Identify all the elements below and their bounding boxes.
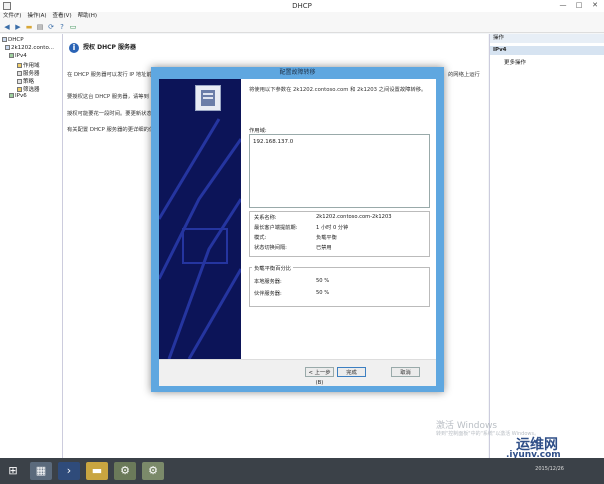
server-manager-icon[interactable]: ▦: [30, 462, 52, 480]
back-arrow-icon[interactable]: ◀: [3, 23, 11, 31]
help-icon[interactable]: ?: [58, 23, 66, 31]
detail-label-mclt: 最长客户端提前期:: [254, 225, 298, 231]
window-title: DHCP: [292, 2, 312, 10]
actions-section-ipv4[interactable]: IPv4: [490, 46, 604, 55]
tree-ipv6[interactable]: IPv6: [9, 93, 27, 99]
file-explorer-icon[interactable]: ▬: [86, 462, 108, 480]
monitor-icon[interactable]: ▭: [69, 23, 77, 31]
actions-pane: 操作 IPv4 更多操作: [489, 34, 604, 458]
local-server-label: 本地服务器:: [254, 279, 282, 285]
detail-value-mclt: 1 小时 0 分钟: [316, 225, 349, 231]
info-line-right: 的网络上运行: [448, 72, 480, 78]
scope-item[interactable]: 192.168.137.0: [253, 139, 426, 145]
taskbar: ⊞ ▦ › ▬ ⚙ ⚙ 2015/12/26: [0, 458, 604, 484]
dialog-footer: < 上一步(B) 完成 取消: [159, 359, 436, 386]
menu-file[interactable]: 文件(F): [3, 12, 21, 21]
filter-icon: [17, 87, 22, 92]
server-icon: [195, 85, 221, 111]
partner-server-label: 伙伴服务器:: [254, 291, 282, 297]
tree-item-filters[interactable]: 筛选器: [17, 85, 40, 93]
detail-label-mode: 模式:: [254, 235, 267, 241]
menu-bar: 文件(F) 操作(A) 查看(V) 帮助(H): [0, 12, 604, 21]
cancel-button[interactable]: 取消: [391, 367, 420, 377]
maximize-button[interactable]: □: [572, 1, 586, 10]
refresh-icon[interactable]: ⟳: [47, 23, 55, 31]
close-button[interactable]: ✕: [588, 1, 602, 10]
dhcp-icon: [2, 37, 7, 42]
detail-value-mode: 负载平衡: [316, 235, 337, 241]
info-line-2: 要授权这台 DHCP 服务器，请等到: [67, 94, 149, 100]
scope-list[interactable]: 192.168.137.0: [249, 134, 430, 208]
detail-value-switchover: 已禁用: [316, 245, 332, 251]
tree-ipv4[interactable]: IPv4: [9, 53, 27, 59]
powershell-icon[interactable]: ›: [58, 462, 80, 480]
info-line-3: 授权可能要花一段时间。要更新状态: [67, 111, 152, 117]
options-icon: [17, 71, 22, 76]
dialog-title: 配置故障转移: [279, 69, 316, 76]
network-icon: [9, 93, 14, 98]
properties-icon[interactable]: ▤: [36, 23, 44, 31]
dhcp-console-2-icon[interactable]: ⚙: [142, 462, 164, 480]
scope-label: 作用域:: [249, 128, 267, 134]
minimize-button[interactable]: —: [556, 1, 570, 10]
relationship-details: 关系名称: 2k1202.contoso.com-2k1203 最长客户端提前期…: [249, 211, 430, 257]
detail-label-relationship: 关系名称:: [254, 215, 277, 221]
menu-help[interactable]: 帮助(H): [78, 12, 97, 21]
dhcp-console-icon[interactable]: ⚙: [114, 462, 136, 480]
folder-icon[interactable]: ▬: [25, 23, 33, 31]
back-button[interactable]: < 上一步(B): [305, 367, 334, 386]
policy-icon: [17, 79, 22, 84]
load-balance-title: 负载平衡百分比: [252, 264, 294, 272]
folder-icon: [17, 63, 22, 68]
load-balance-group: 负载平衡百分比 本地服务器: 50 % 伙伴服务器: 50 %: [249, 264, 430, 307]
failover-dialog: 配置故障转移 将使用以下参数在 2k1202.contoso.com 和 2k1…: [151, 67, 444, 392]
detail-value-relationship: 2k1202.contoso.com-2k1203: [316, 214, 392, 220]
finish-button[interactable]: 完成: [337, 367, 366, 377]
info-line-1: 在 DHCP 服务器可以发行 IP 地址前，: [67, 72, 158, 78]
wizard-banner-art: [159, 118, 241, 359]
tree-item-policies[interactable]: 策略: [17, 77, 34, 85]
partner-server-value: 50 %: [316, 290, 330, 296]
dialog-description: 将使用以下参数在 2k1202.contoso.com 和 2k1203 之间设…: [249, 87, 427, 93]
server-icon: [5, 45, 10, 50]
console-tree: DHCP 2k1202.conto... IPv4 作用域 服务器 策略 筛选器…: [0, 34, 63, 458]
info-heading: i 授权 DHCP 服务器: [69, 42, 136, 53]
tree-root[interactable]: DHCP: [2, 37, 24, 43]
more-actions-link[interactable]: 更多操作: [504, 58, 526, 66]
info-icon: i: [69, 42, 79, 53]
tree-item-server-options[interactable]: 服务器: [17, 69, 40, 77]
start-icon[interactable]: ⊞: [2, 462, 24, 480]
network-icon: [9, 53, 14, 58]
local-server-value: 50 %: [316, 278, 330, 284]
tree-item-scope[interactable]: 作用域: [17, 61, 40, 69]
toolbar: ◀ ▶ ▬ ▤ ⟳ ? ▭: [0, 21, 604, 33]
clock: 2015/12/26: [535, 466, 564, 472]
menu-view[interactable]: 查看(V): [53, 12, 72, 21]
menu-action[interactable]: 操作(A): [27, 12, 46, 21]
detail-label-switchover: 状态切换间隔:: [254, 245, 287, 251]
wizard-banner: [159, 79, 241, 359]
tree-server[interactable]: 2k1202.conto...: [5, 45, 54, 51]
actions-header: 操作: [490, 34, 604, 43]
forward-arrow-icon[interactable]: ▶: [14, 23, 22, 31]
info-line-4: 有关配置 DHCP 服务器的更详细的信息: [67, 127, 160, 133]
